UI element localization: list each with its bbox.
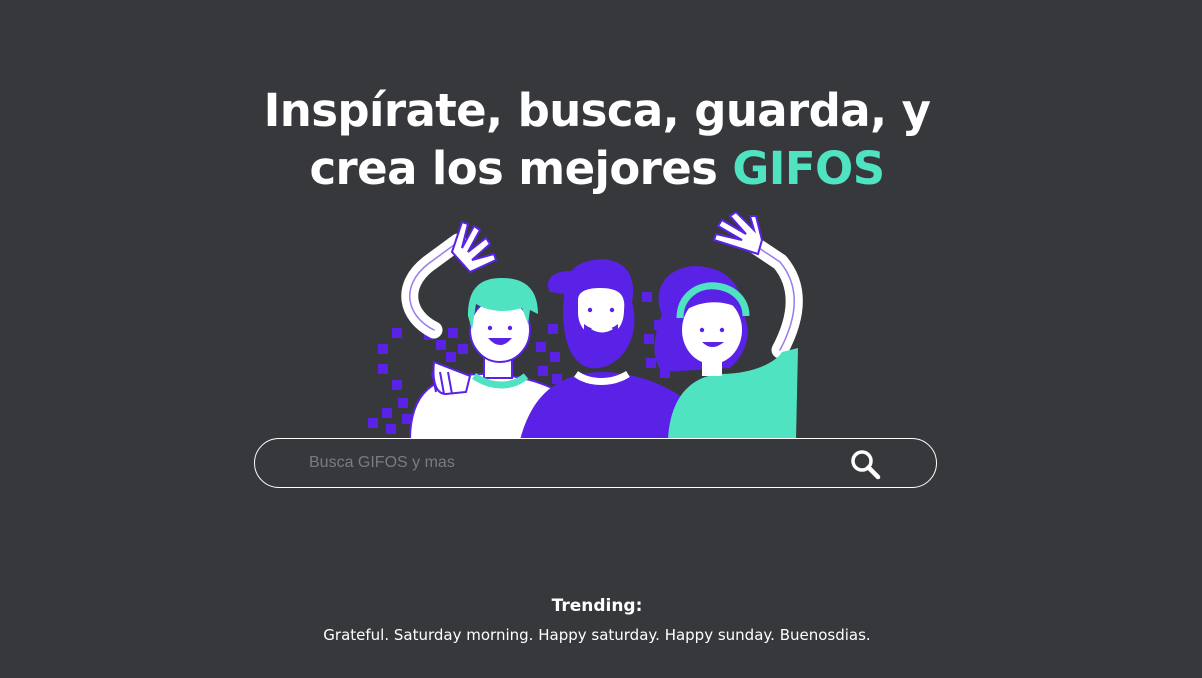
trending-separator: .: [528, 626, 539, 644]
hero-title-accent: GIFOS: [732, 142, 885, 195]
search-input[interactable]: [309, 450, 829, 476]
trending-link-buenosdias[interactable]: Buenosdias: [780, 626, 866, 644]
trending-link-saturday-morning[interactable]: Saturday morning: [394, 626, 529, 644]
trending-link-happy-sunday[interactable]: Happy sunday: [665, 626, 770, 644]
hand-right: [712, 212, 764, 256]
trending-separator: .: [865, 626, 871, 644]
search-bar: [254, 438, 937, 488]
trending-separator: .: [770, 626, 780, 644]
trending-separator: .: [384, 626, 394, 644]
trending-list: Grateful. Saturday morning. Happy saturd…: [0, 624, 1194, 646]
trending-link-happy-saturday[interactable]: Happy saturday: [538, 626, 655, 644]
hero-title-line-2: crea los mejores: [309, 142, 718, 195]
search-icon: [851, 450, 881, 480]
search-button[interactable]: [849, 448, 881, 480]
trending-label: Trending:: [551, 596, 643, 616]
hero-headline: Inspírate, busca, guarda, y crea los mej…: [0, 82, 1194, 198]
hand-left: [450, 220, 498, 274]
hero-illustration: [368, 212, 803, 440]
home-page: Inspírate, busca, guarda, y crea los mej…: [0, 0, 1202, 678]
trending-separator: .: [655, 626, 665, 644]
trending-link-grateful[interactable]: Grateful: [323, 626, 384, 644]
person-right: [654, 212, 803, 440]
hero-title-line-1: Inspírate, busca, guarda, y: [263, 84, 931, 137]
